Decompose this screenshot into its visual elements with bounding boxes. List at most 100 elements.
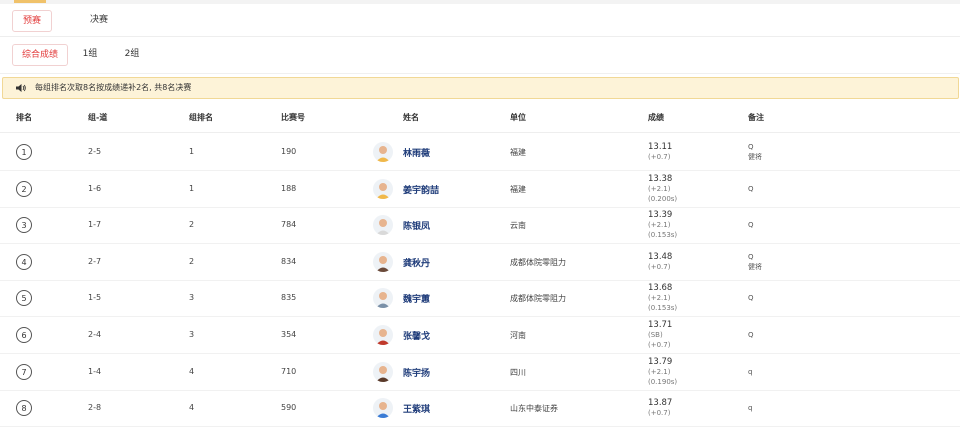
athlete-name[interactable]: 王紫琪 (403, 402, 430, 415)
header-note: 备注 (748, 113, 764, 122)
note-cell: q (748, 403, 752, 413)
result-cell: 13.39 (+2.1) (0.153s) (648, 210, 677, 240)
result-reaction: (0.190s) (648, 377, 678, 386)
speaker-icon (16, 84, 26, 92)
rank-circle: 1 (16, 143, 32, 160)
result-time: 13.38 (648, 173, 673, 184)
bib-cell: 710 (281, 366, 297, 376)
result-reaction: (+0.7) (648, 340, 671, 349)
qualification-mark: Q (748, 293, 754, 302)
group-rank-cell: 1 (189, 146, 195, 156)
rank-circle: 7 (16, 363, 32, 380)
lane-cell: 2-5 (88, 146, 102, 156)
notice-text: 每组排名次取8名按成绩递补2名, 共8名决赛 (35, 83, 192, 92)
result-cell: 13.48 (+0.7) (648, 252, 672, 272)
athlete-avatar[interactable] (373, 324, 393, 345)
result-wind: (+0.7) (648, 262, 671, 271)
note-cell: Q (748, 330, 754, 340)
result-wind: (+0.7) (648, 152, 671, 161)
athlete-level: 健将 (748, 262, 762, 271)
athlete-avatar[interactable] (373, 214, 393, 235)
bib-cell: 188 (281, 183, 297, 193)
athlete-name[interactable]: 姜宇韵喆 (403, 183, 439, 196)
athlete-name[interactable]: 龚秋丹 (403, 256, 430, 269)
qualification-mark: q (748, 403, 753, 412)
tab-final[interactable]: 决赛 (82, 10, 116, 30)
rank-circle: 2 (16, 180, 32, 197)
qualification-mark: Q (748, 330, 754, 339)
stage-tabs: 预赛 决赛 (0, 6, 960, 37)
note-cell: Q (748, 220, 754, 230)
note-cell: q (748, 367, 752, 377)
table-row[interactable]: 8 2-8 4 590 王紫琪 山东中泰证券 13.87 (+0.7) q (0, 389, 960, 427)
group-tabs: 综合成绩 1组 2组 (0, 37, 960, 74)
athlete-name[interactable]: 张馨戈 (403, 329, 430, 342)
result-cell: 13.38 (+2.1) (0.200s) (648, 174, 677, 204)
table-header: 排名 组-道 组排名 比赛号 姓名 单位 成绩 备注 (0, 104, 960, 133)
athlete-name[interactable]: 林雨薇 (403, 146, 430, 159)
top-accent-bar (14, 0, 46, 3)
lane-cell: 2-8 (88, 402, 102, 412)
result-cell: 13.68 (+2.1) (0.153s) (648, 283, 677, 313)
unit-cell: 成都体院零阻力 (510, 293, 566, 303)
bib-cell: 834 (281, 256, 297, 266)
unit-cell: 福建 (510, 147, 526, 157)
group-rank-cell: 2 (189, 256, 195, 266)
header-result: 成绩 (648, 113, 664, 122)
result-cell: 13.79 (+2.1) (0.190s) (648, 357, 677, 387)
athlete-avatar[interactable] (373, 397, 393, 418)
unit-cell: 河南 (510, 330, 526, 340)
qualification-mark: Q (748, 220, 754, 229)
athlete-avatar[interactable] (373, 141, 393, 162)
result-wind: (SB) (648, 330, 663, 339)
group-rank-cell: 3 (189, 292, 195, 302)
athlete-avatar[interactable] (373, 178, 393, 199)
result-cell: 13.11 (+0.7) (648, 142, 672, 162)
table-row[interactable]: 2 1-6 1 188 姜宇韵喆 福建 13.38 (+2.1) (0.200s) Q (0, 170, 960, 208)
athlete-avatar[interactable] (373, 361, 393, 382)
result-wind: (+2.1) (648, 184, 671, 193)
table-row[interactable]: 5 1-5 3 835 魏宇蕙 成都体院零阻力 13.68 (+2.1) (0.153s) Q (0, 279, 960, 317)
result-wind: (+0.7) (648, 408, 671, 417)
tab-group-2[interactable]: 2组 (120, 44, 144, 64)
group-rank-cell: 4 (189, 402, 195, 412)
tab-preliminary[interactable]: 预赛 (12, 10, 52, 32)
result-wind: (+2.1) (648, 220, 671, 229)
group-rank-cell: 1 (189, 183, 195, 193)
result-time: 13.11 (648, 141, 673, 152)
athlete-avatar[interactable] (373, 287, 393, 308)
table-row[interactable]: 3 1-7 2 784 陈银凤 云南 13.39 (+2.1) (0.153s) Q (0, 206, 960, 244)
rank-circle: 5 (16, 289, 32, 306)
athlete-name[interactable]: 陈宇扬 (403, 366, 430, 379)
tab-group-1[interactable]: 1组 (78, 44, 102, 64)
athlete-name[interactable]: 陈银凤 (403, 219, 430, 232)
notice-banner: 每组排名次取8名按成绩递补2名, 共8名决赛 (2, 77, 959, 99)
group-rank-cell: 2 (189, 219, 195, 229)
table-row[interactable]: 1 2-5 1 190 林雨薇 福建 13.11 (+0.7) Q 健将 (0, 133, 960, 171)
table-row[interactable]: 4 2-7 2 834 龚秋丹 成都体院零阻力 13.48 (+0.7) Q 健将 (0, 243, 960, 281)
qualification-mark: q (748, 367, 753, 376)
unit-cell: 成都体院零阻力 (510, 257, 566, 267)
athlete-avatar[interactable] (373, 251, 393, 272)
bib-cell: 190 (281, 146, 297, 156)
note-cell: Q (748, 184, 754, 194)
table-row[interactable]: 6 2-4 3 354 张馨戈 河南 13.71 (SB) (+0.7) Q (0, 316, 960, 354)
group-rank-cell: 4 (189, 366, 195, 376)
result-cell: 13.71 (SB) (+0.7) (648, 320, 672, 350)
result-wind: (+2.1) (648, 367, 671, 376)
lane-cell: 1-4 (88, 366, 102, 376)
group-rank-cell: 3 (189, 329, 195, 339)
note-cell: Q 健将 (748, 142, 762, 162)
bib-cell: 784 (281, 219, 297, 229)
unit-cell: 云南 (510, 220, 526, 230)
lane-cell: 2-7 (88, 256, 102, 266)
qualification-mark: Q (748, 142, 754, 151)
result-reaction: (0.153s) (648, 303, 678, 312)
table-row[interactable]: 7 1-4 4 710 陈宇扬 四川 13.79 (+2.1) (0.190s) q (0, 353, 960, 391)
tab-overall-results[interactable]: 综合成绩 (12, 44, 68, 66)
result-cell: 13.87 (+0.7) (648, 398, 672, 418)
lane-cell: 1-5 (88, 292, 102, 302)
athlete-name[interactable]: 魏宇蕙 (403, 292, 430, 305)
lane-cell: 1-6 (88, 183, 102, 193)
header-unit: 单位 (510, 113, 526, 122)
